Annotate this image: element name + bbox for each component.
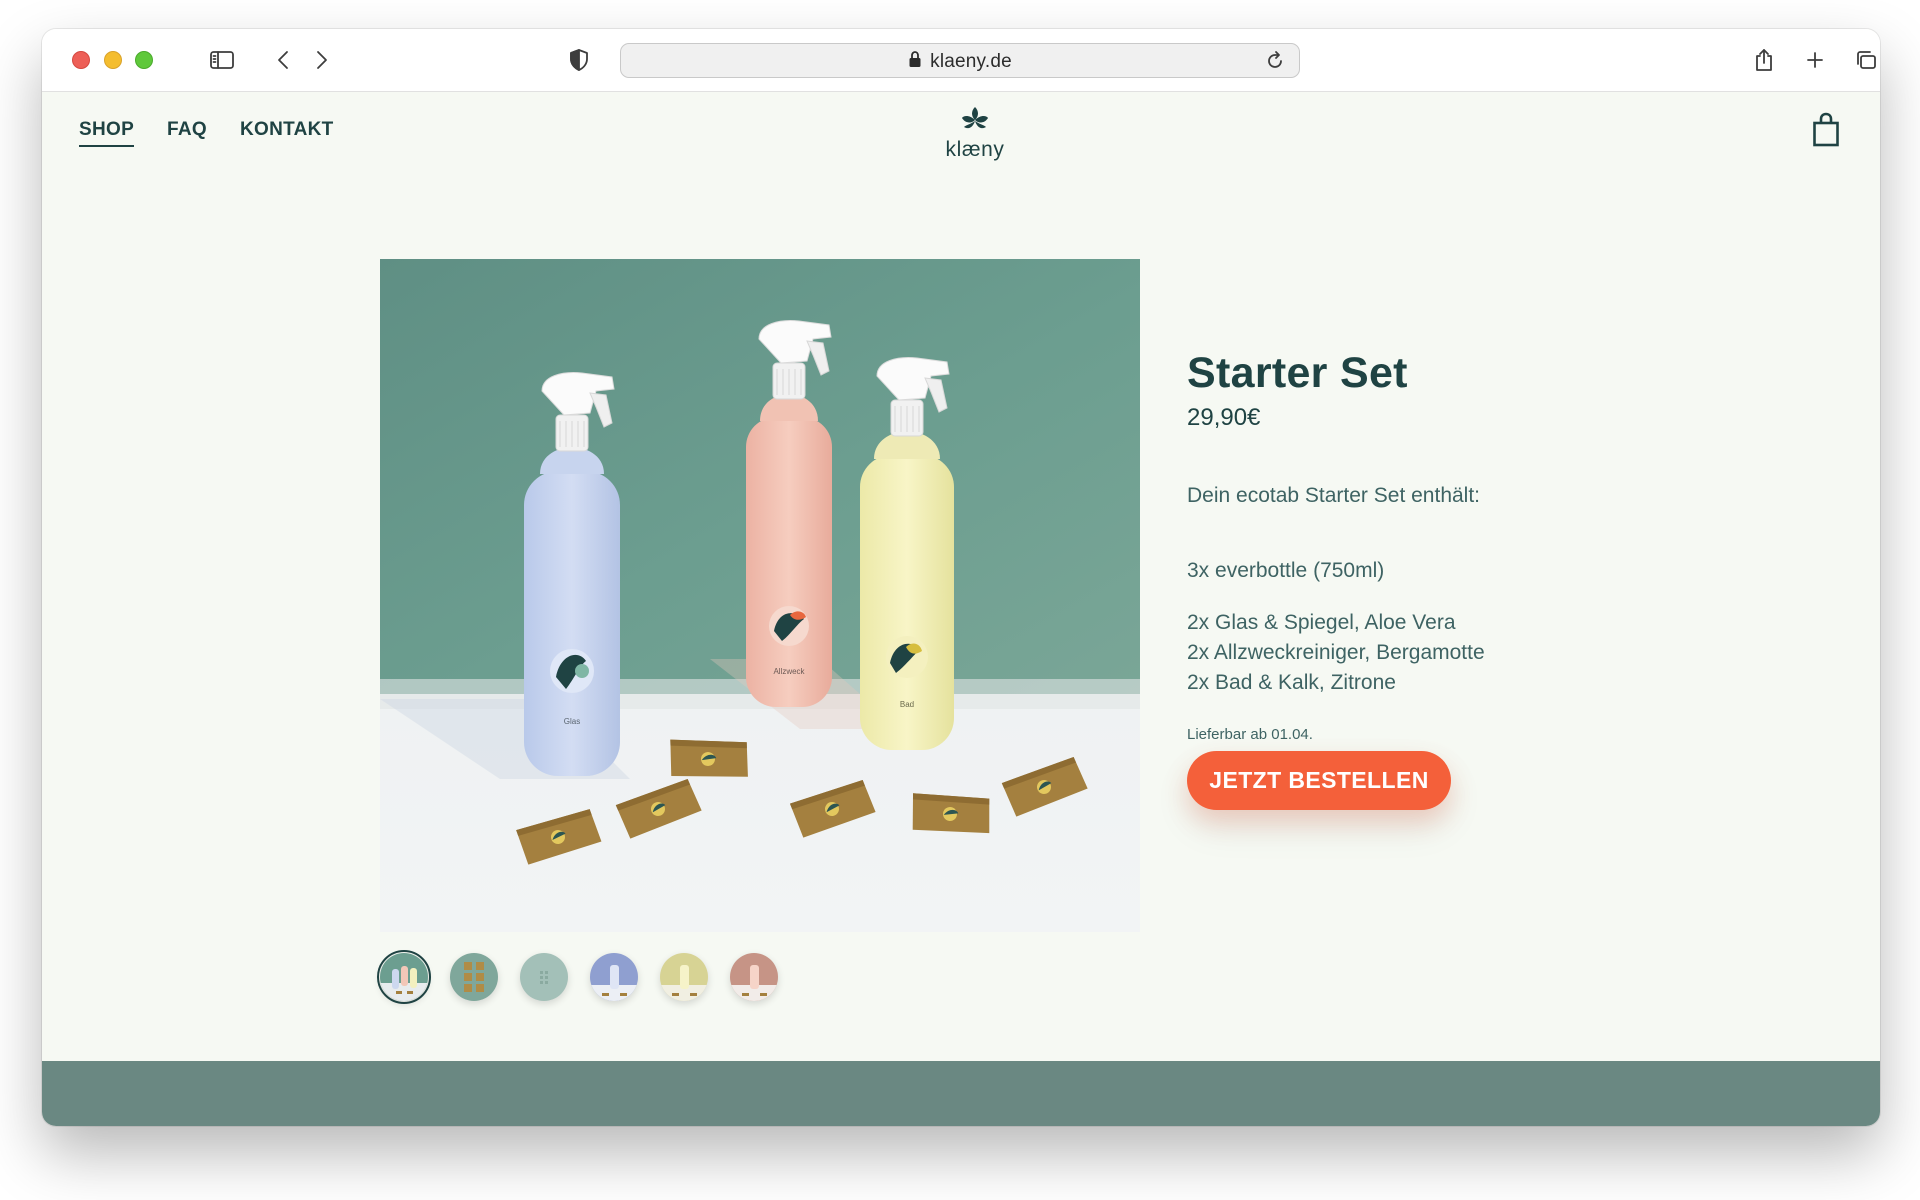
forward-chevron-icon[interactable] (305, 44, 337, 76)
svg-text:Bad: Bad (900, 700, 914, 709)
browser-window: klaeny.de SHOP FAQ KONTAKT klæny Glas Al… (42, 29, 1880, 1126)
browser-toolbar: klaeny.de (42, 29, 1880, 92)
leaf-logo-icon (962, 107, 988, 129)
product-price: 29,90€ (1187, 404, 1261, 431)
thumbnail-set[interactable] (377, 950, 431, 1004)
product-description: Dein ecotab Starter Set enthält: (1187, 484, 1481, 507)
brand-name: klæny (945, 138, 1005, 161)
main-navigation: SHOP FAQ KONTAKT (79, 119, 334, 147)
back-chevron-icon[interactable] (268, 44, 300, 76)
contents-item: 2x Allzweckreiniger, Bergamotte (1187, 641, 1485, 664)
new-tab-plus-icon[interactable] (1799, 44, 1831, 76)
nav-item-kontakt[interactable]: KONTAKT (240, 119, 334, 147)
thumbnail-pink-bottle[interactable] (730, 953, 778, 1001)
shopping-bag-icon[interactable] (1812, 112, 1840, 153)
thumbnail-blue-bottle[interactable] (590, 953, 638, 1001)
availability-note: Lieferbar ab 01.04. (1187, 726, 1313, 743)
product-info: Starter Set 29,90€ Dein ecotab Starter S… (1187, 349, 1787, 810)
contents-bottles: 3x everbottle (750ml) (1187, 559, 1385, 582)
order-now-button[interactable]: JETZT BESTELLEN (1187, 751, 1451, 810)
sidebar-toggle-icon[interactable] (206, 44, 238, 76)
footer-band (42, 1061, 1880, 1126)
product-image[interactable]: Glas Allzweck Bad (380, 259, 1140, 932)
product-contents: 3x everbottle (750ml) 2x Glas & Spiegel,… (1187, 556, 1787, 698)
close-window-button[interactable] (72, 51, 90, 69)
reload-icon[interactable] (1259, 45, 1291, 77)
privacy-shield-icon[interactable] (563, 44, 595, 76)
thumbnail-packaging[interactable] (520, 953, 568, 1001)
image-thumbnails (377, 950, 778, 1004)
thumbnail-yellow-bottle[interactable] (660, 953, 708, 1001)
brand-logo[interactable]: klæny (930, 105, 1020, 162)
share-icon[interactable] (1748, 44, 1780, 76)
zoom-window-button[interactable] (135, 51, 153, 69)
svg-text:Glas: Glas (564, 717, 580, 726)
url-text: klaeny.de (930, 50, 1012, 72)
svg-text:Allzweck: Allzweck (773, 667, 805, 676)
address-bar[interactable]: klaeny.de (620, 43, 1300, 78)
minimize-window-button[interactable] (104, 51, 122, 69)
contents-item: 2x Glas & Spiegel, Aloe Vera (1187, 611, 1456, 634)
lock-icon (908, 50, 922, 74)
contents-item: 2x Bad & Kalk, Zitrone (1187, 671, 1396, 694)
product-title: Starter Set (1187, 349, 1408, 397)
nav-item-faq[interactable]: FAQ (167, 119, 207, 147)
tab-overview-icon[interactable] (1850, 44, 1880, 76)
thumbnail-tabs[interactable] (450, 953, 498, 1001)
nav-item-shop[interactable]: SHOP (79, 119, 135, 147)
